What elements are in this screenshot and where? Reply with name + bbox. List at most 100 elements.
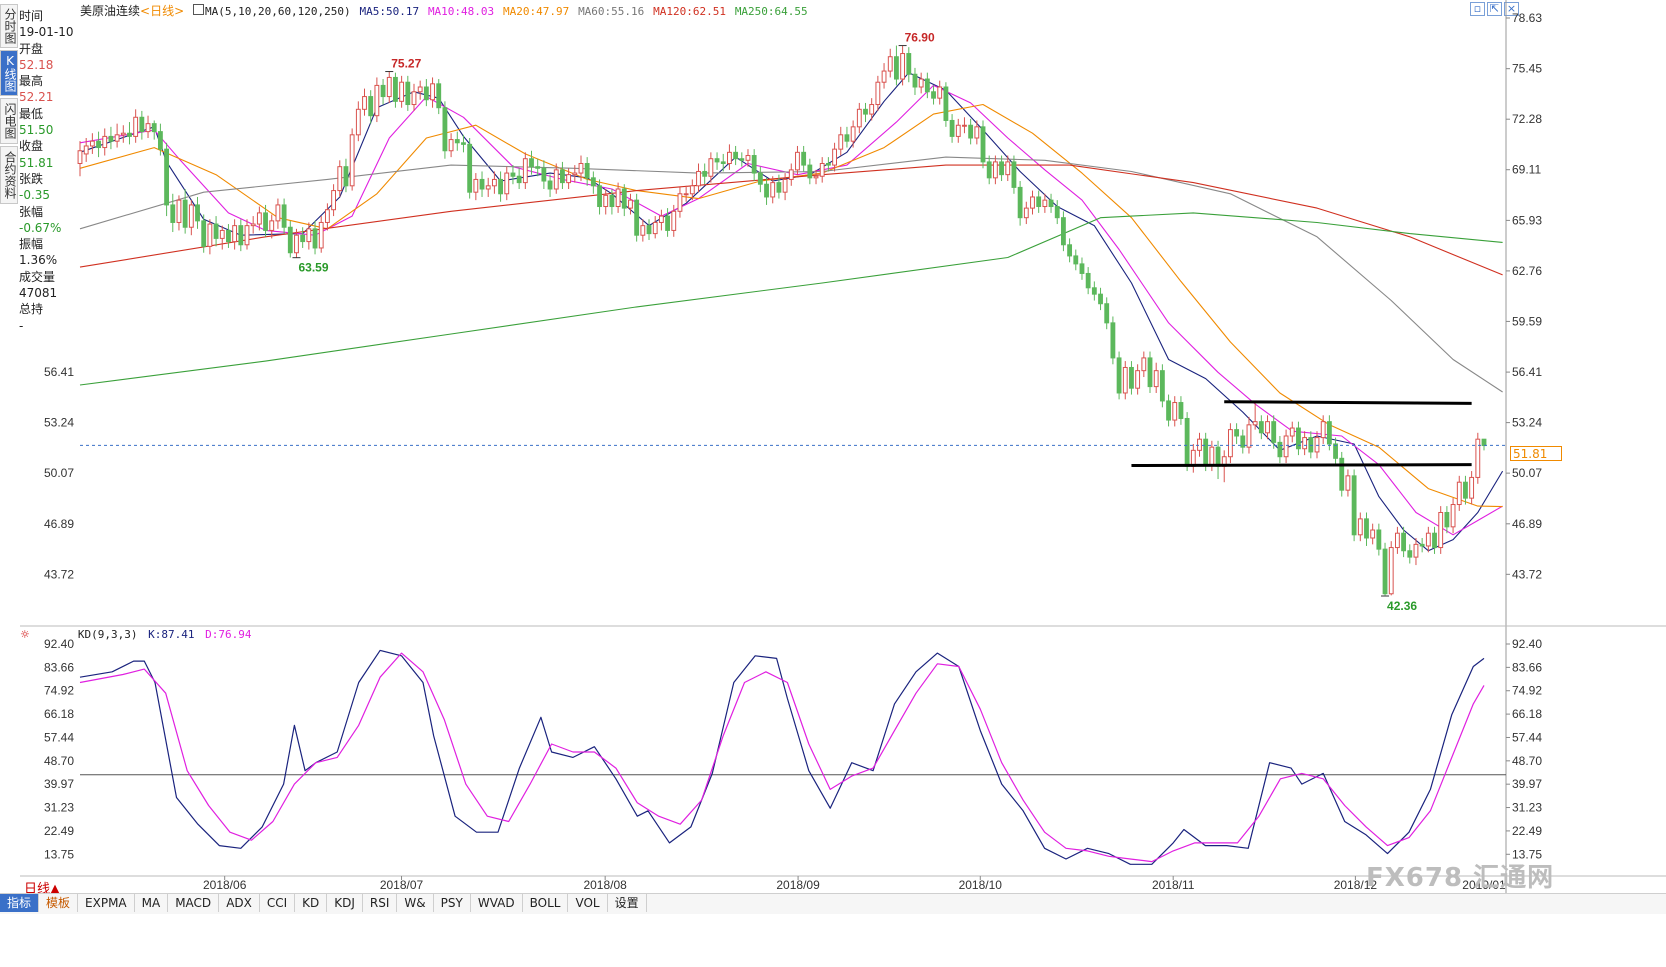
candle-body	[287, 226, 293, 254]
candle-body	[201, 220, 207, 247]
kd-button[interactable]: KD	[295, 894, 328, 912]
candle	[980, 120, 986, 169]
candle	[1339, 451, 1345, 497]
candle	[442, 101, 448, 159]
candle	[727, 144, 732, 170]
candle	[355, 101, 361, 142]
candle	[801, 145, 807, 172]
price-tick-label: 59.59	[1512, 314, 1542, 328]
x-tick-label: 2018/09	[776, 878, 820, 892]
high-annotation: 75.27	[391, 57, 421, 71]
candle	[133, 109, 139, 143]
candle	[1184, 412, 1190, 472]
candle	[1023, 201, 1029, 225]
candle	[89, 133, 95, 154]
candle-body	[380, 84, 386, 98]
candle-body	[628, 199, 633, 209]
wr-button[interactable]: W&	[397, 894, 434, 912]
candle	[720, 153, 726, 172]
candle	[856, 102, 862, 134]
adx-button[interactable]: ADX	[219, 894, 260, 912]
candle	[114, 123, 120, 148]
candle	[634, 193, 640, 242]
candle-body	[1104, 303, 1110, 324]
candle-body	[485, 185, 491, 190]
candle-body	[430, 83, 435, 101]
candle	[108, 126, 114, 150]
candle-body	[522, 158, 528, 184]
candle	[918, 72, 924, 94]
expma-button[interactable]: EXPMA	[78, 894, 135, 912]
candle-body	[1141, 357, 1147, 372]
candle-body	[411, 91, 417, 106]
candle	[590, 171, 596, 194]
candle-body	[1289, 427, 1295, 437]
candle-body	[689, 185, 695, 195]
candle	[386, 71, 392, 103]
candle	[436, 79, 442, 115]
kd-tick-label: 22.49	[1512, 824, 1542, 838]
boll-button[interactable]: BOLL	[523, 894, 569, 912]
candle-body	[1048, 199, 1054, 208]
candle	[541, 160, 547, 189]
resistance-line	[1224, 400, 1472, 405]
candle	[448, 133, 454, 158]
candle	[1079, 257, 1085, 280]
candle-body	[708, 158, 714, 177]
candle-body	[393, 76, 398, 102]
kd-tick-label: 48.70	[1512, 754, 1542, 768]
candle	[77, 141, 83, 177]
candle-body	[918, 78, 924, 88]
cci-button[interactable]: CCI	[260, 894, 296, 912]
price-chart[interactable]: 75.27 76.90 63.59 42.36 78.63 75.45 72.28 69.1…	[0, 0, 1666, 967]
candle-body	[770, 182, 776, 198]
candle	[1333, 437, 1338, 465]
candle-body	[1394, 532, 1400, 549]
rsi-button[interactable]: RSI	[363, 894, 398, 912]
candle-body	[856, 108, 862, 128]
candle-body	[535, 166, 541, 169]
candle-body	[764, 183, 769, 198]
candle-body	[448, 139, 454, 152]
candle	[399, 75, 405, 108]
wvad-button[interactable]: WVAD	[471, 894, 523, 912]
candle	[176, 195, 182, 231]
candle-body	[232, 225, 238, 243]
candle	[788, 163, 794, 186]
candle-body	[275, 204, 281, 222]
candle	[702, 163, 708, 185]
kdj-button[interactable]: KDJ	[327, 894, 363, 912]
vol-button[interactable]: VOL	[568, 894, 608, 912]
candle	[949, 114, 955, 143]
candle-body	[1333, 443, 1338, 459]
candle-body	[955, 124, 961, 137]
candle-body	[1401, 532, 1407, 552]
candle-body	[832, 148, 837, 166]
template-tab[interactable]: 模板	[39, 894, 79, 912]
macd-button[interactable]: MACD	[168, 894, 220, 912]
price-tick-label: 75.45	[1512, 62, 1542, 76]
kd-tick-label: 57.44	[1512, 730, 1542, 744]
candle-body	[640, 225, 646, 236]
candle-body	[1345, 475, 1351, 491]
candle-body	[1011, 161, 1017, 188]
candle	[924, 72, 930, 99]
candle-body	[238, 225, 244, 246]
candle-body	[1036, 196, 1042, 208]
candle	[658, 209, 664, 231]
settings-button[interactable]: 设置	[608, 894, 647, 912]
candle	[1030, 190, 1035, 215]
indicator-tab[interactable]: 指标	[0, 894, 40, 912]
candle	[881, 63, 887, 89]
candle	[423, 79, 429, 107]
candle-body	[714, 158, 720, 163]
candle	[1438, 506, 1444, 554]
psy-button[interactable]: PSY	[434, 894, 471, 912]
candle-body	[306, 228, 312, 243]
candle-body	[720, 161, 726, 164]
candle-body	[646, 225, 652, 235]
ma-button[interactable]: MA	[135, 894, 169, 912]
candle	[467, 137, 473, 199]
candle-body	[1116, 357, 1122, 394]
candle	[1061, 211, 1066, 252]
